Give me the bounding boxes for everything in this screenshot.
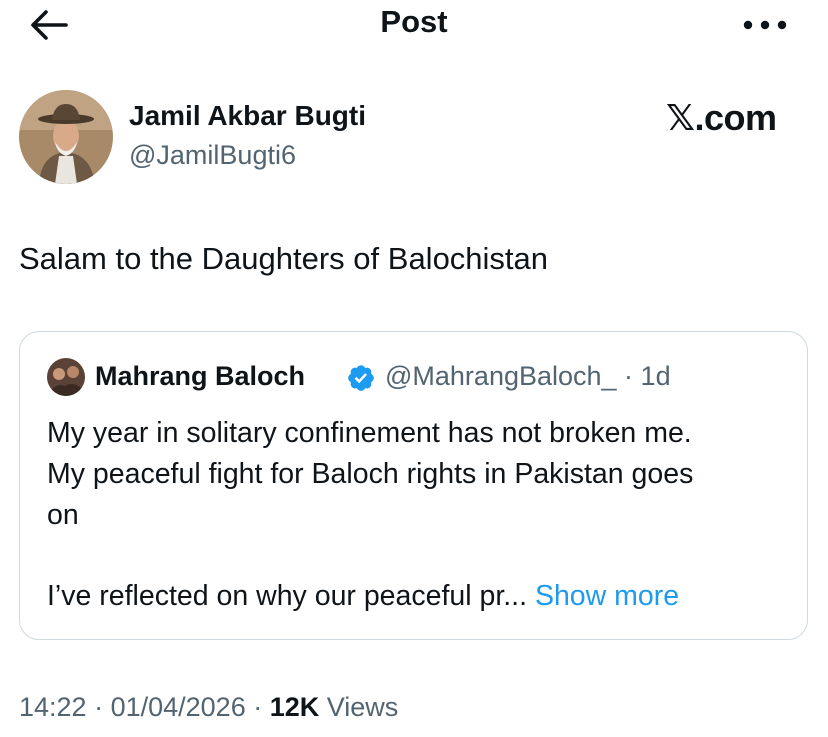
quoted-text-line: My peaceful fight for Baloch rights in P…	[47, 458, 694, 490]
quoted-text-line: My year in solitary confinement has not …	[47, 417, 692, 449]
author-avatar[interactable]	[19, 90, 113, 184]
quoted-author-name[interactable]: Mahrang Baloch	[95, 360, 305, 392]
page-title: Post	[380, 4, 448, 39]
quoted-text-line: on	[47, 499, 79, 531]
show-more-link[interactable]: Show more	[535, 580, 679, 612]
post-time[interactable]: 14:22	[19, 692, 87, 722]
quoted-text-truncated: I’ve reflected on why our peaceful pr...	[47, 580, 535, 612]
quoted-text-line: I’ve reflected on why our peaceful pr...…	[47, 576, 797, 617]
separator-dot: ·	[616, 361, 641, 391]
author-handle[interactable]: @JamilBugti6	[129, 139, 296, 171]
quoted-post-card[interactable]: Mahrang Baloch @MahrangBaloch_ · 1d My y…	[19, 331, 808, 640]
quoted-author-handle[interactable]: @MahrangBaloch_	[385, 361, 617, 391]
separator-dot: ·	[86, 692, 111, 722]
quoted-author-photo	[47, 358, 85, 396]
author-name[interactable]: Jamil Akbar Bugti	[129, 99, 366, 133]
more-horizontal-icon	[743, 20, 787, 30]
post-text: Salam to the Daughters of Balochistan	[19, 241, 549, 276]
quoted-post-time[interactable]: 1d	[641, 361, 671, 391]
quoted-author-avatar[interactable]	[47, 358, 85, 396]
post-date[interactable]: 01/04/2026	[111, 692, 246, 722]
verified-badge-icon	[346, 363, 376, 393]
quoted-post-text: My year in solitary confinement has not …	[47, 413, 797, 617]
views-label: Views	[319, 692, 399, 722]
author-photo	[19, 90, 113, 184]
brand-watermark: 𝕏.com	[666, 97, 777, 138]
more-options-button[interactable]	[738, 8, 792, 42]
quoted-author-handle-line: @MahrangBaloch_ · 1d	[385, 360, 671, 392]
separator-dot: ·	[245, 692, 270, 722]
views-count[interactable]: 12K	[270, 692, 320, 722]
post-meta: 14:22 · 01/04/2026 · 12K Views	[19, 690, 398, 724]
